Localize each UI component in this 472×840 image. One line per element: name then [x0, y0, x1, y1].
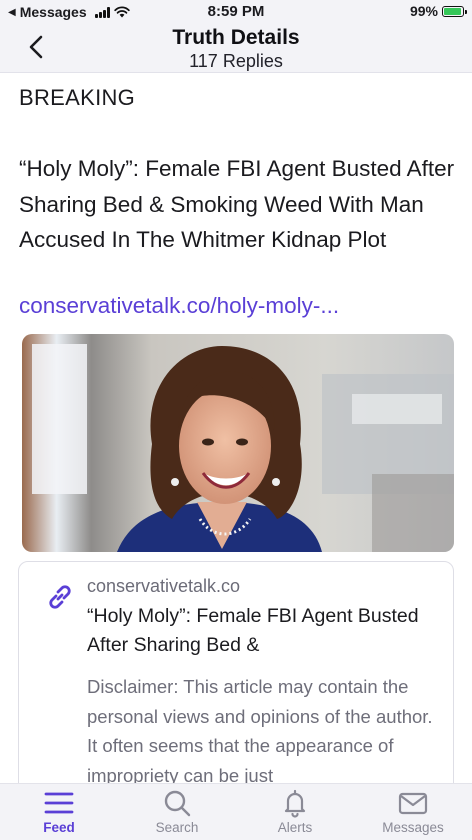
feed-icon: [44, 792, 74, 814]
page-title: Truth Details: [172, 26, 300, 49]
status-time: 8:59 PM: [207, 3, 265, 20]
battery-icon: [442, 5, 467, 17]
tab-feed-label: Feed: [43, 820, 75, 835]
card-title: “Holy Moly”: Female FBI Agent Busted Aft…: [87, 605, 419, 656]
post-content: BREAKING “Holy Moly”: Female FBI Agent B…: [0, 73, 472, 783]
post-link[interactable]: conservativetalk.co/holy-moly-...: [19, 293, 339, 319]
link-icon: [49, 585, 71, 609]
status-bar: ◀ Messages 8:59 PM 99%: [0, 0, 472, 24]
post-breaking-label: BREAKING: [19, 85, 136, 110]
tab-search-label: Search: [155, 820, 199, 835]
replies-count[interactable]: 117 Replies: [0, 51, 472, 72]
tab-messages[interactable]: Messages: [368, 788, 458, 835]
search-icon: [164, 790, 191, 817]
bottom-tab-bar: Feed Search Alerts Messages: [0, 783, 472, 840]
navigation-header: Truth Details 117 Replies: [0, 24, 472, 73]
mail-icon: [398, 792, 428, 815]
bell-icon: [284, 789, 306, 818]
battery-percent: 99%: [409, 3, 438, 19]
tab-messages-label: Messages: [382, 820, 444, 835]
tab-alerts-label: Alerts: [277, 820, 313, 835]
battery-status: 99%: [409, 3, 467, 19]
card-description: Disclaimer: This article may contain the…: [87, 676, 433, 783]
post-headline: “Holy Moly”: Female FBI Agent Busted Aft…: [19, 156, 455, 252]
card-domain: conservativetalk.co: [87, 576, 241, 596]
tab-feed[interactable]: Feed: [14, 788, 104, 835]
tab-search[interactable]: Search: [132, 788, 222, 835]
tab-alerts[interactable]: Alerts: [250, 788, 340, 835]
article-photo[interactable]: [22, 334, 454, 552]
link-preview-card[interactable]: conservativetalk.co “Holy Moly”: Female …: [18, 561, 454, 783]
